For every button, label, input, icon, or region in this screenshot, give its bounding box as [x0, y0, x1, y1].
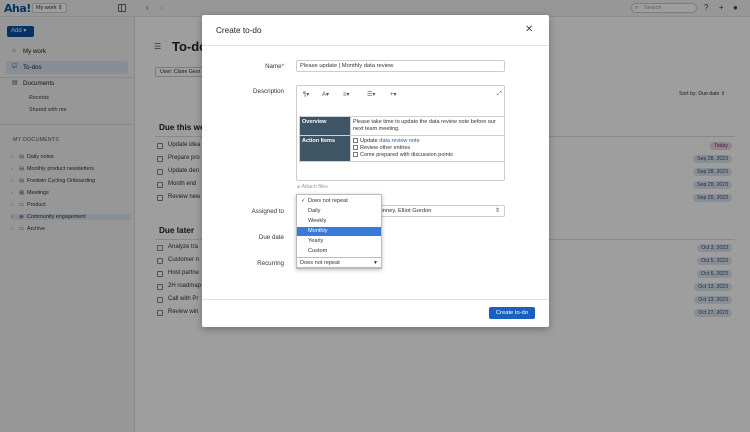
- attach-files[interactable]: ⌀ Attach files: [297, 184, 328, 190]
- name-input[interactable]: Please update | Monthly data review: [296, 60, 505, 72]
- option-daily[interactable]: Daily: [297, 207, 381, 216]
- option-yearly[interactable]: Yearly: [297, 237, 381, 246]
- action-item: Come prepared with discussion points: [353, 152, 502, 159]
- overview-text: Please take time to update the data revi…: [350, 116, 505, 136]
- due-date-label: Due date: [258, 234, 284, 241]
- create-todo-modal: Create to-do ✕ Name* Please update | Mon…: [202, 15, 549, 327]
- action-item: Update data review note: [353, 138, 502, 145]
- option-weekly[interactable]: Weekly: [297, 217, 381, 226]
- name-label: Name*: [265, 63, 284, 70]
- font-color-icon[interactable]: A▾: [322, 91, 329, 98]
- divider: [202, 299, 549, 300]
- data-review-link[interactable]: data review note: [379, 138, 419, 144]
- modal-title: Create to-do: [216, 26, 262, 35]
- text-style-icon[interactable]: ¶▾: [303, 91, 309, 98]
- action-item: Review other entries: [353, 145, 502, 152]
- align-icon[interactable]: ≡▾: [343, 91, 350, 98]
- checkbox[interactable]: [353, 145, 358, 150]
- required-mark: *: [281, 63, 284, 70]
- recurring-label: Recurring: [257, 260, 284, 267]
- action-items-cell: Update data review note Review other ent…: [350, 135, 505, 162]
- overview-header: Overview: [299, 116, 351, 136]
- assigned-to-label: Assigned to: [251, 208, 284, 215]
- recurring-value: Does not repeat: [300, 260, 340, 266]
- checkbox[interactable]: [353, 138, 358, 143]
- action-items-header: Action Items: [299, 135, 351, 162]
- checkbox[interactable]: [353, 152, 358, 157]
- paperclip-icon: ⌀: [297, 184, 301, 190]
- chevron-down-icon: ▼: [373, 260, 378, 266]
- option-custom[interactable]: Custom: [297, 247, 381, 256]
- description-label: Description: [253, 88, 284, 95]
- action-item-text: Come prepared with discussion points: [360, 152, 453, 158]
- option-monthly[interactable]: Monthly: [297, 227, 381, 236]
- create-todo-button[interactable]: Create to-do: [489, 307, 535, 319]
- action-item-text: Update: [360, 138, 380, 144]
- attach-label: Attach files: [301, 184, 328, 190]
- chevron-updown-icon: ⇕: [494, 208, 500, 214]
- divider: [202, 45, 549, 46]
- insert-plus-icon[interactable]: +▾: [390, 91, 397, 98]
- option-label: Does not repeat: [308, 198, 348, 204]
- check-icon: ✓: [301, 198, 306, 204]
- expand-icon[interactable]: ⤢: [497, 91, 502, 98]
- name-label-text: Name: [265, 63, 282, 70]
- close-icon[interactable]: ✕: [525, 24, 533, 35]
- recurring-select[interactable]: Does not repeat ▼: [296, 257, 382, 268]
- description-table: Overview Please take time to update the …: [299, 116, 505, 162]
- option-does-not-repeat[interactable]: ✓ Does not repeat: [297, 197, 381, 206]
- action-item-text: Review other entries: [360, 145, 411, 151]
- description-editor[interactable]: ¶▾ A▾ ≡▾ ☰▾ +▾ ⤢ Overview Please take ti…: [296, 85, 505, 181]
- list-format-icon[interactable]: ☰▾: [367, 91, 375, 98]
